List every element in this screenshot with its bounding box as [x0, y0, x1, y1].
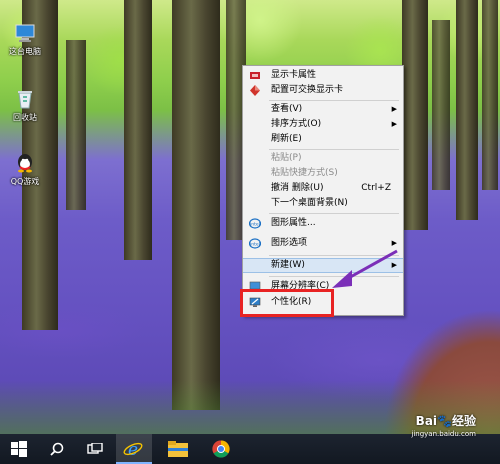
wallpaper-trunk [66, 40, 86, 210]
menu-item-refresh[interactable]: 刷新(E) [243, 132, 403, 147]
menu-separator [269, 213, 399, 214]
menu-item-label: 粘贴(P) [271, 153, 302, 163]
wallpaper-trunk [172, 0, 220, 410]
graphics-card-icon [250, 72, 260, 79]
submenu-arrow-icon: ▶ [391, 261, 397, 269]
wallpaper-trunk [432, 20, 450, 190]
highlight-box [240, 289, 334, 317]
start-button[interactable] [2, 434, 38, 464]
search-icon [50, 442, 64, 456]
submenu-arrow-icon: ▶ [391, 105, 397, 113]
menu-item-label: 查看(V) [271, 104, 303, 114]
chrome-icon [212, 440, 230, 458]
menu-item-next-desktop-background[interactable]: 下一个桌面背景(N) [243, 196, 403, 211]
task-view-button[interactable] [78, 434, 114, 464]
watermark-brand-cn: 经验 [451, 414, 476, 428]
search-button[interactable] [40, 434, 76, 464]
menu-item-new[interactable]: 新建(W) ▶ [243, 258, 403, 273]
paw-icon: 🐾 [437, 414, 452, 428]
taskbar: e [0, 434, 500, 464]
desktop-icon-label: 回收站 [13, 113, 37, 122]
desktop-icon-label: QQ游戏 [10, 177, 40, 186]
menu-separator [269, 255, 399, 256]
svg-text:intel: intel [250, 241, 260, 247]
menu-item-label: 粘贴快捷方式(S) [271, 168, 338, 178]
submenu-arrow-icon: ▶ [391, 239, 397, 247]
desktop-icon-recycle-bin[interactable]: 回收站 [2, 88, 48, 123]
submenu-arrow-icon: ▶ [391, 120, 397, 128]
wallpaper-trunk [482, 0, 498, 190]
diamond-icon [250, 85, 260, 96]
menu-item-paste[interactable]: 粘贴(P) [243, 151, 403, 166]
menu-item-label: 排序方式(O) [271, 119, 322, 129]
intel-icon: intel [249, 218, 261, 229]
baidu-watermark: Bai🐾经验 jingyan.baidu.com [411, 412, 476, 438]
wallpaper-trunk [124, 0, 152, 260]
computer-icon [15, 24, 35, 42]
watermark-brand: Bai [415, 414, 438, 428]
qq-game-icon [18, 154, 32, 173]
menu-item-label: 图形属性... [271, 218, 316, 228]
desktop-icon-computer[interactable]: 这台电脑 [2, 22, 48, 57]
svg-text:intel: intel [250, 221, 260, 227]
menu-item-graphics-card-properties[interactable]: 显示卡属性 [243, 68, 403, 83]
menu-item-configure-switchable-graphics[interactable]: 配置可交换显示卡 [243, 83, 403, 98]
menu-item-undo-delete[interactable]: 撤消 删除(U) Ctrl+Z [243, 181, 403, 196]
watermark-url: jingyan.baidu.com [411, 430, 476, 438]
menu-item-label: 新建(W) [271, 260, 305, 270]
file-explorer-icon [168, 441, 188, 457]
menu-item-label: 刷新(E) [271, 134, 302, 144]
desktop-context-menu: 显示卡属性 配置可交换显示卡 查看(V) ▶ 排序方式(O) ▶ 刷新(E) 粘… [242, 65, 404, 316]
intel-icon: intel [249, 238, 261, 249]
windows-start-icon [11, 441, 27, 457]
internet-explorer-icon: e [123, 440, 143, 459]
menu-separator [269, 149, 399, 150]
menu-item-paste-shortcut[interactable]: 粘贴快捷方式(S) [243, 166, 403, 181]
menu-item-graphics-options[interactable]: intel 图形选项 ▶ [243, 236, 403, 251]
desktop-icon-label: 这台电脑 [9, 47, 41, 56]
menu-separator [269, 100, 399, 101]
wallpaper-trunk [402, 0, 428, 230]
menu-item-label: 显示卡属性 [271, 70, 317, 80]
menu-item-shortcut: Ctrl+Z [361, 183, 391, 193]
menu-item-label: 图形选项 [271, 238, 308, 248]
menu-item-view[interactable]: 查看(V) ▶ [243, 102, 403, 117]
wallpaper-trunk [456, 0, 478, 220]
menu-item-label: 撤消 删除(U) [271, 183, 324, 193]
taskbar-app-internet-explorer[interactable]: e [116, 434, 152, 464]
desktop-icon-qq-game[interactable]: QQ游戏 [2, 152, 48, 187]
taskbar-app-file-explorer[interactable] [160, 434, 196, 464]
menu-item-label: 配置可交换显示卡 [271, 85, 344, 95]
recycle-bin-icon [18, 91, 32, 109]
menu-separator [269, 276, 399, 277]
taskbar-app-chrome[interactable] [204, 434, 240, 464]
svg-text:e: e [128, 440, 138, 459]
menu-item-sort-by[interactable]: 排序方式(O) ▶ [243, 117, 403, 132]
menu-item-label: 下一个桌面背景(N) [271, 198, 348, 208]
menu-item-graphics-properties[interactable]: intel 图形属性... [243, 216, 403, 231]
task-view-icon [87, 443, 103, 454]
